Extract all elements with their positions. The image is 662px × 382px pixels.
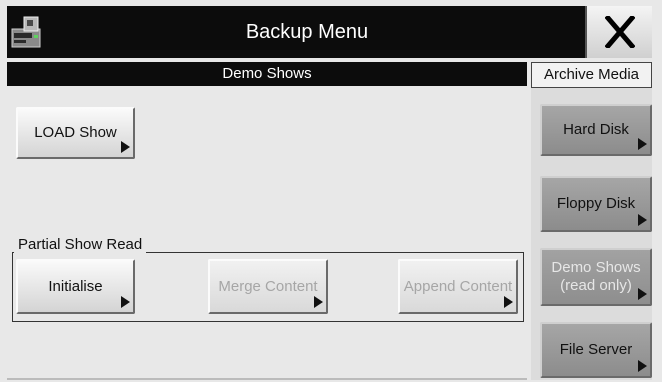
divider — [7, 378, 527, 380]
arrow-right-icon — [638, 360, 647, 372]
arrow-right-icon — [121, 296, 130, 308]
file-server-label: File Server — [559, 341, 633, 358]
arrow-right-icon — [638, 288, 647, 300]
hard-disk-button[interactable]: Hard Disk — [540, 104, 652, 156]
initialise-label: Initialise — [48, 277, 103, 295]
demo-shows-label: Demo Shows — [551, 259, 641, 276]
archive-media-title: Archive Media — [531, 62, 652, 88]
arrow-right-icon — [638, 138, 647, 150]
merge-content-button[interactable]: Merge Content — [208, 259, 328, 314]
load-show-label: LOAD Show — [34, 124, 117, 141]
demo-shows-sublabel: (read only) — [560, 277, 632, 294]
window-title: Backup Menu — [245, 21, 369, 43]
append-content-button[interactable]: Append Content — [398, 259, 518, 314]
floppy-disk-button[interactable]: Floppy Disk — [540, 176, 652, 232]
merge-content-label: Merge Content — [218, 277, 318, 295]
archive-media-panel: Archive Media Hard Disk Floppy Disk Demo… — [531, 62, 652, 380]
demo-shows-button[interactable]: Demo Shows (read only) — [540, 248, 652, 306]
initialise-button[interactable]: Initialise — [16, 259, 135, 314]
close-button[interactable] — [585, 6, 652, 58]
title-bar: Backup Menu — [7, 6, 652, 58]
load-show-button[interactable]: LOAD Show — [16, 107, 135, 159]
file-server-button[interactable]: File Server — [540, 322, 652, 378]
arrow-right-icon — [314, 296, 323, 308]
disk-drive-icon — [11, 16, 41, 48]
hard-disk-label: Hard Disk — [563, 121, 629, 138]
close-x-icon — [604, 16, 635, 48]
arrow-right-icon — [121, 141, 130, 153]
partial-show-read-label: Partial Show Read — [14, 236, 147, 253]
section-title: Demo Shows — [7, 62, 527, 86]
arrow-right-icon — [638, 214, 647, 226]
arrow-right-icon — [504, 296, 513, 308]
append-content-label: Append Content — [403, 277, 513, 295]
floppy-disk-label: Floppy Disk — [556, 195, 636, 212]
